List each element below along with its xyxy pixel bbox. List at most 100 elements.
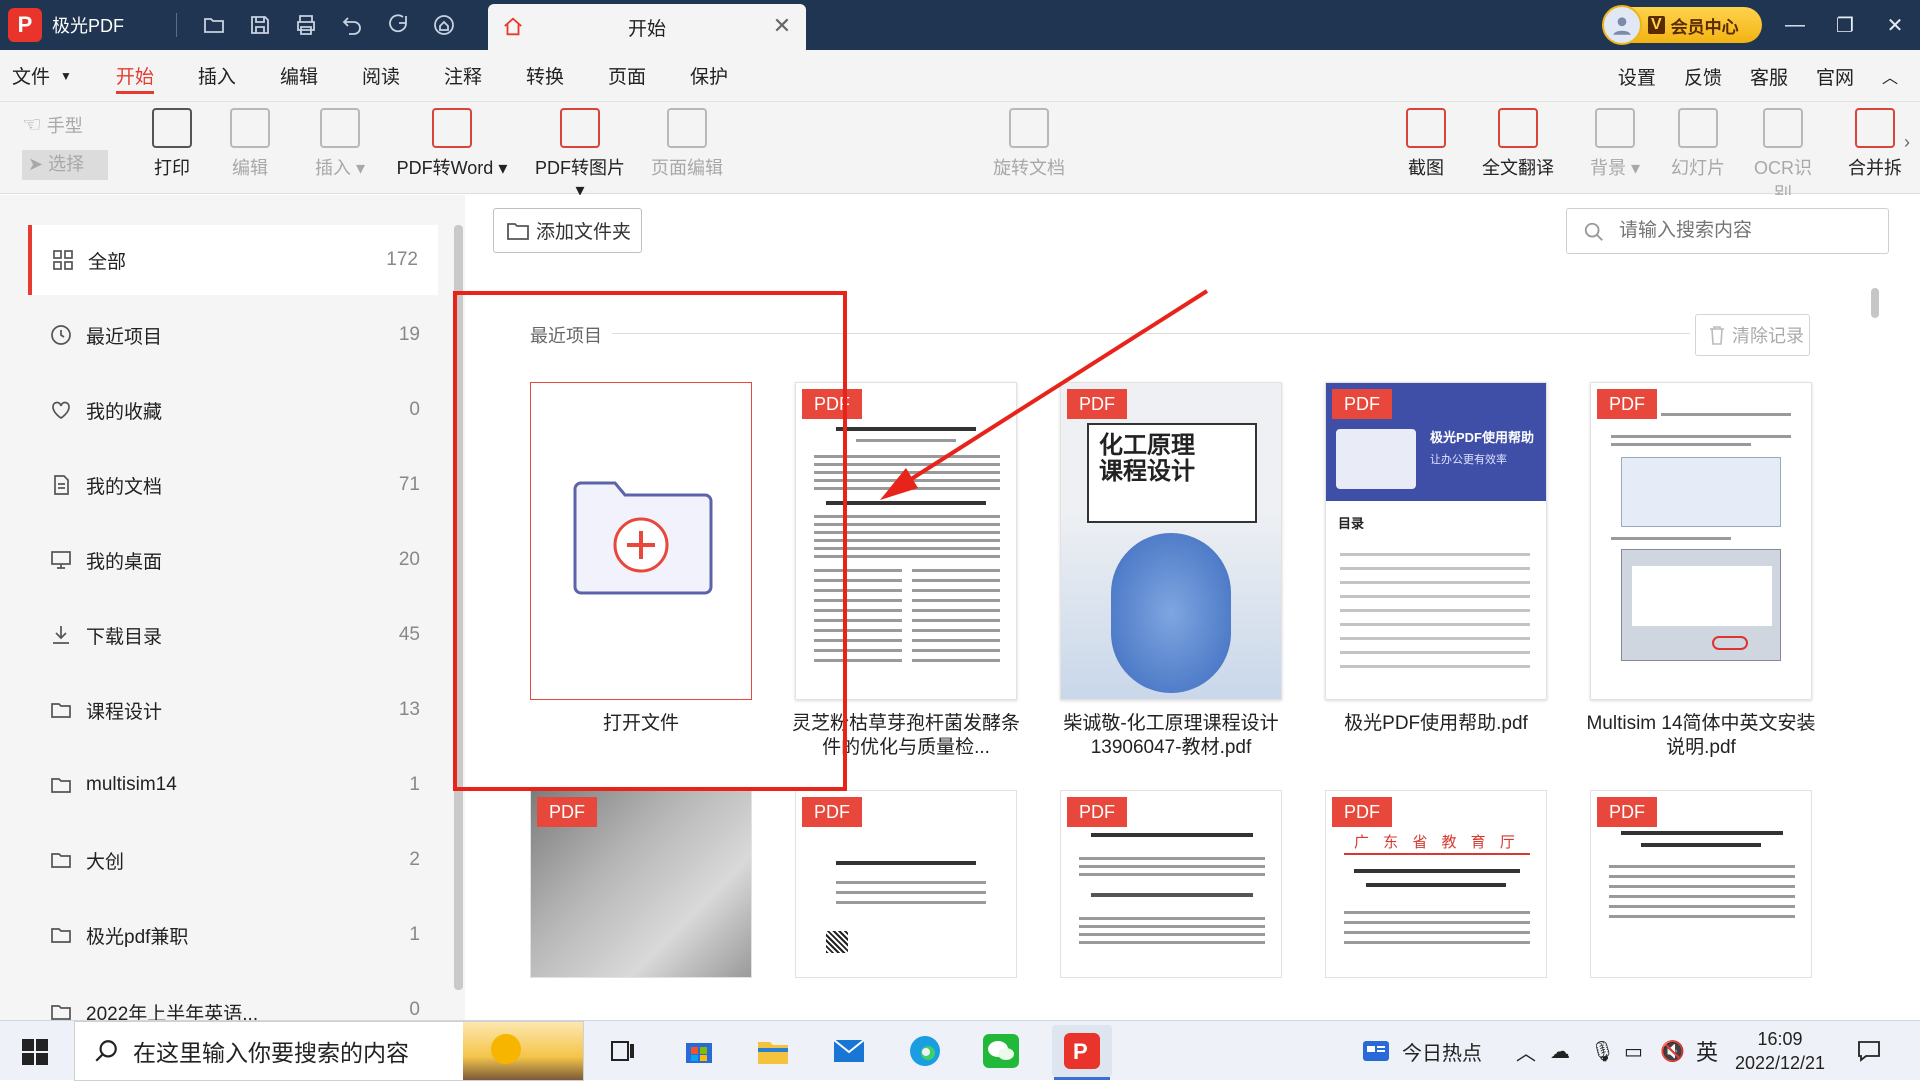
pdf-to-image-button[interactable]: PDF转图片 ▾ bbox=[528, 108, 632, 201]
jiguang-pdf-taskbar-icon[interactable]: P bbox=[1052, 1025, 1112, 1077]
sidebar-item-english-2022[interactable]: 2022年上半年英语... 0 bbox=[30, 975, 440, 1020]
wechat-icon[interactable] bbox=[978, 1029, 1024, 1073]
clear-history-button[interactable]: 清除记录 bbox=[1695, 314, 1810, 356]
recent-file-card[interactable]: PDF bbox=[1060, 790, 1282, 978]
menu-annotate[interactable]: 注释 bbox=[422, 50, 504, 102]
task-view-icon[interactable] bbox=[600, 1029, 646, 1073]
avatar[interactable] bbox=[1602, 5, 1642, 45]
recent-file-card[interactable]: PDF bbox=[530, 790, 752, 978]
recent-file-card[interactable]: PDF bbox=[1590, 790, 1812, 978]
windows-start-icon[interactable] bbox=[22, 1039, 48, 1070]
recent-file-card[interactable]: PDF 化工原理 课程设计 柴诚敬-化工原理课程设计13906047-教材.pd… bbox=[1060, 382, 1282, 758]
pdf-to-word-button[interactable]: PDF转Word ▾ bbox=[396, 108, 508, 180]
menu-start[interactable]: 开始 bbox=[94, 50, 176, 102]
section-divider bbox=[612, 333, 1690, 334]
open-file-card[interactable]: 打开文件 bbox=[530, 382, 752, 734]
insert-button[interactable]: 插入 ▾ bbox=[310, 108, 370, 180]
sidebar-item-dachuang[interactable]: 大创 2 bbox=[30, 825, 440, 895]
menu-edit[interactable]: 编辑 bbox=[258, 50, 340, 102]
sidebar-item-recent[interactable]: 最近项目 19 bbox=[30, 300, 440, 370]
menu-page[interactable]: 页面 bbox=[586, 50, 668, 102]
menu-insert[interactable]: 插入 bbox=[176, 50, 258, 102]
redo-icon[interactable] bbox=[382, 9, 414, 41]
recent-file-card[interactable]: PDF Multisim 14简体中英文安装说明.pdf bbox=[1586, 382, 1816, 758]
system-clock[interactable]: 16:09 2022/12/21 bbox=[1725, 1027, 1835, 1075]
print-button[interactable]: 打印 bbox=[150, 108, 194, 180]
settings-link[interactable]: 设置 bbox=[1604, 63, 1670, 90]
battery-icon[interactable]: ▭ bbox=[1624, 1021, 1643, 1081]
website-link[interactable]: 官网 bbox=[1802, 63, 1868, 90]
mail-icon[interactable] bbox=[826, 1029, 872, 1073]
sidebar-item-desktop[interactable]: 我的桌面 20 bbox=[30, 525, 440, 595]
vip-center-button[interactable]: V 会员中心 bbox=[1602, 5, 1762, 45]
background-button[interactable]: 背景 ▾ bbox=[1584, 108, 1646, 180]
clock-icon bbox=[48, 322, 74, 348]
merge-split-button[interactable]: 合并拆 bbox=[1846, 108, 1904, 180]
sidebar-item-course-design[interactable]: 课程设计 13 bbox=[30, 675, 440, 745]
save-icon[interactable] bbox=[244, 9, 276, 41]
file-explorer-icon[interactable] bbox=[750, 1029, 796, 1073]
menu-convert[interactable]: 转换 bbox=[504, 50, 586, 102]
pdf-badge: PDF bbox=[802, 797, 862, 827]
recent-file-card[interactable]: PDF bbox=[795, 790, 1017, 978]
content-scrollbar[interactable] bbox=[1871, 288, 1879, 318]
microsoft-store-icon[interactable] bbox=[676, 1029, 722, 1073]
minimize-icon[interactable]: — bbox=[1770, 0, 1820, 50]
cloud-icon[interactable]: ☁ bbox=[1550, 1021, 1570, 1081]
recent-file-card[interactable]: PDF 广 东 省 教 育 厅 bbox=[1325, 790, 1547, 978]
news-widget[interactable]: 今日热点 bbox=[1362, 1021, 1482, 1081]
search-input[interactable] bbox=[1617, 217, 1877, 245]
volume-muted-icon[interactable]: 🔇 bbox=[1660, 1021, 1685, 1081]
tab-home[interactable]: 开始 ✕ bbox=[488, 4, 806, 50]
sidebar-item-downloads[interactable]: 下载目录 45 bbox=[30, 600, 440, 670]
file-thumbnail: PDF bbox=[795, 382, 1017, 700]
folder-icon bbox=[48, 847, 74, 873]
sidebar-item-documents[interactable]: 我的文档 71 bbox=[30, 450, 440, 520]
sidebar-item-favorites[interactable]: 我的收藏 0 bbox=[30, 375, 440, 445]
collapse-ribbon-icon[interactable]: ︿ bbox=[1868, 64, 1920, 88]
recent-file-card[interactable]: 极光PDF使用帮助 让办公更有效率 PDF 目录 极光PDF使用帮助.pdf bbox=[1325, 382, 1547, 734]
sidebar-item-all[interactable]: 全部 172 bbox=[28, 225, 438, 295]
ocr-button[interactable]: OCR识别 bbox=[1746, 108, 1820, 206]
chevron-right-icon[interactable]: › bbox=[1904, 132, 1910, 153]
taskbar-search[interactable]: 在这里输入你要搜索的内容 bbox=[74, 1021, 584, 1081]
edge-browser-icon[interactable] bbox=[902, 1029, 948, 1073]
rotate-doc-button[interactable]: 旋转文档 bbox=[990, 108, 1068, 180]
home-circle-icon[interactable] bbox=[428, 9, 460, 41]
sidebar-item-parttime[interactable]: 极光pdf兼职 1 bbox=[30, 900, 440, 970]
open-folder-icon[interactable] bbox=[198, 9, 230, 41]
close-tab-icon[interactable]: ✕ bbox=[770, 15, 794, 39]
notification-icon[interactable] bbox=[1856, 1021, 1882, 1081]
sidebar-scrollbar[interactable] bbox=[454, 225, 463, 990]
sidebar-item-multisim14[interactable]: multisim14 1 bbox=[30, 750, 440, 820]
show-hidden-icons-icon[interactable]: ︿ bbox=[1516, 1021, 1536, 1081]
menu-read[interactable]: 阅读 bbox=[340, 50, 422, 102]
pdf-badge: PDF bbox=[1067, 389, 1127, 419]
search-box[interactable] bbox=[1566, 208, 1889, 254]
undo-icon[interactable] bbox=[336, 9, 368, 41]
menu-protect[interactable]: 保护 bbox=[668, 50, 750, 102]
slideshow-button[interactable]: 幻灯片 bbox=[1668, 108, 1728, 180]
ime-indicator[interactable]: 英 bbox=[1696, 1021, 1718, 1081]
close-window-icon[interactable]: ✕ bbox=[1870, 0, 1920, 50]
feedback-link[interactable]: 反馈 bbox=[1670, 63, 1736, 90]
folder-icon bbox=[48, 922, 74, 948]
hand-tool-button[interactable]: ☜ 手型 bbox=[22, 112, 83, 138]
add-folder-button[interactable]: 添加文件夹 bbox=[493, 208, 642, 253]
paint-bucket-icon bbox=[1595, 108, 1635, 148]
image-icon bbox=[560, 108, 600, 148]
menu-file[interactable]: 文件 ▼ bbox=[0, 50, 94, 102]
print-icon[interactable] bbox=[290, 9, 322, 41]
select-tool-button[interactable]: ➤ 选择 bbox=[22, 150, 108, 180]
edit-button[interactable]: 编辑 bbox=[228, 108, 272, 180]
sidebar-item-label: 最近项目 bbox=[86, 326, 163, 348]
restore-icon[interactable]: ❐ bbox=[1820, 0, 1870, 50]
file-thumbnail: 极光PDF使用帮助 让办公更有效率 PDF 目录 bbox=[1325, 382, 1547, 700]
screenshot-button[interactable]: 截图 bbox=[1404, 108, 1448, 180]
support-link[interactable]: 客服 bbox=[1736, 63, 1802, 90]
translate-button[interactable]: 全文翻译 bbox=[1474, 108, 1562, 180]
open-file-thumb bbox=[530, 382, 752, 700]
microphone-icon[interactable]: 🎙 bbox=[1590, 1021, 1615, 1081]
page-edit-button[interactable]: 页面编辑 bbox=[650, 108, 724, 180]
recent-file-card[interactable]: PDF 灵芝粉枯草芽孢杆菌发酵条件的优化与质量检... bbox=[792, 382, 1020, 758]
